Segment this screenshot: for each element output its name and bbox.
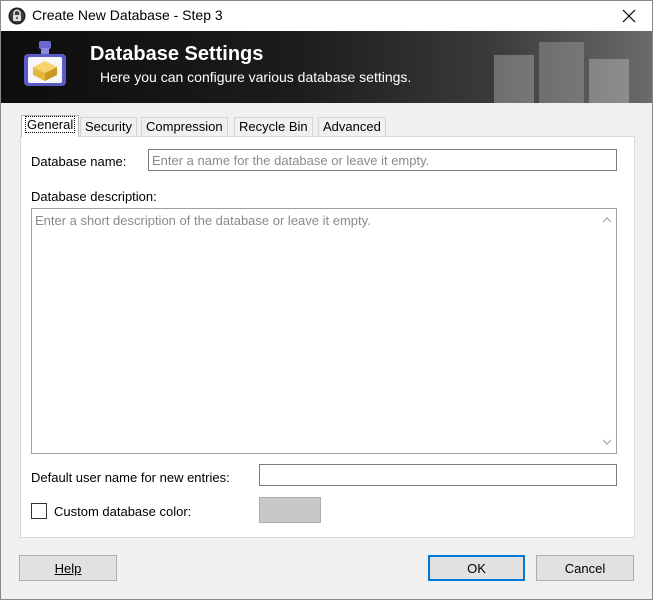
cancel-button-label: Cancel [564,560,606,576]
database-description-input[interactable] [32,209,598,453]
title-bar: Create New Database - Step 3 [1,1,652,31]
tab-label: Security [85,119,132,134]
tab-recycle-bin[interactable]: Recycle Bin [234,117,313,137]
header-banner: Database Settings Here you can configure… [1,31,652,103]
keepass-lock-icon [8,7,26,25]
database-description-label: Database description: [31,189,157,204]
tab-general[interactable]: General [21,115,80,137]
custom-color-swatch-button[interactable] [259,497,321,523]
close-icon [622,9,636,23]
close-button[interactable] [606,1,652,31]
tab-label: Recycle Bin [239,119,308,134]
scroll-down-icon[interactable] [602,437,612,447]
help-button[interactable]: Help [19,555,117,581]
database-settings-icon [24,41,66,86]
tab-label: Compression [146,119,223,134]
window-title: Create New Database - Step 3 [32,7,223,23]
tab-advanced[interactable]: Advanced [318,117,386,137]
banner-subtitle: Here you can configure various database … [100,69,412,85]
database-name-input[interactable] [148,149,617,171]
banner-decoration-icon [494,42,629,103]
general-tab-panel: Database name: Database description: Def… [20,136,635,538]
cancel-button[interactable]: Cancel [536,555,634,581]
tab-label: Advanced [323,119,381,134]
dialog-window: Create New Database - Step 3 Database Se… [0,0,653,600]
default-user-label: Default user name for new entries: [31,470,230,485]
scroll-up-icon[interactable] [602,215,612,225]
tab-security[interactable]: Security [80,117,137,137]
database-description-box [31,208,617,454]
ok-button-label: OK [467,560,486,576]
database-name-label: Database name: [31,154,127,169]
description-scrollbar[interactable] [598,209,616,453]
ok-button[interactable]: OK [428,555,525,581]
tab-label: General [24,116,76,133]
default-user-input[interactable] [259,464,617,486]
custom-color-label: Custom database color: [54,504,192,519]
help-button-label: Help [54,560,82,576]
custom-color-checkbox[interactable] [31,503,47,519]
tab-compression[interactable]: Compression [141,117,228,137]
banner-title: Database Settings [90,43,264,65]
